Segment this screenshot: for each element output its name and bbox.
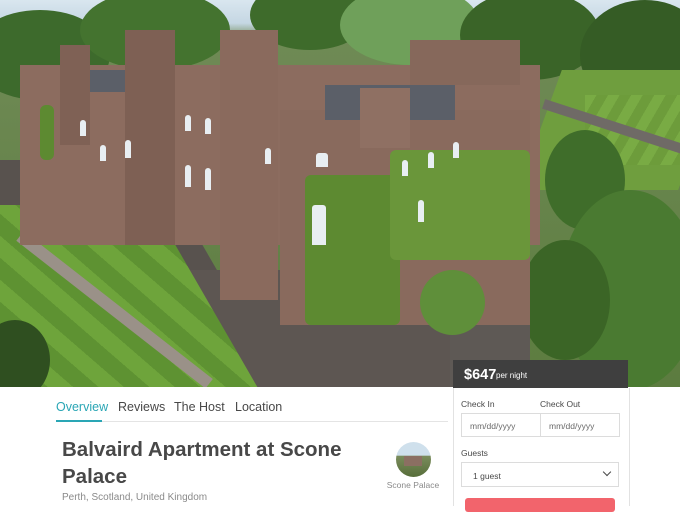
tab-overview[interactable]: Overview	[56, 400, 108, 414]
price-bar: $647 per night	[453, 360, 628, 388]
tree	[420, 270, 485, 335]
tree	[520, 240, 610, 360]
hero-photo	[0, 0, 680, 387]
guests-value: 1 guest	[473, 471, 501, 481]
active-tab-indicator	[56, 420, 102, 422]
window	[205, 168, 211, 190]
castle-tower	[125, 30, 175, 245]
ivy	[40, 105, 54, 160]
window	[453, 142, 459, 158]
castle-tower	[410, 40, 520, 85]
window	[402, 160, 408, 176]
request-to-book-button[interactable]	[465, 498, 615, 512]
guests-label: Guests	[461, 448, 488, 458]
host-avatar[interactable]	[396, 442, 431, 477]
window	[185, 115, 191, 131]
window	[316, 153, 328, 167]
window	[205, 118, 211, 134]
check-out-input[interactable]: mm/dd/yyyy	[540, 413, 620, 437]
listing-title: Balvaird Apartment at Scone Palace	[62, 438, 342, 488]
price-unit: per night	[496, 371, 528, 380]
guests-select[interactable]: 1 guest	[461, 462, 619, 487]
window	[100, 145, 106, 161]
tab-reviews[interactable]: Reviews	[118, 400, 165, 414]
castle-tower	[360, 88, 410, 148]
price-amount: $647	[464, 367, 497, 383]
listing-location[interactable]: Perth, Scotland, United Kingdom	[62, 492, 207, 503]
window	[428, 152, 434, 168]
window	[80, 120, 86, 136]
ivy	[305, 175, 400, 325]
window	[312, 205, 326, 245]
window	[185, 165, 191, 187]
castle-thumbnail	[404, 456, 422, 466]
window	[265, 148, 271, 164]
tab-location[interactable]: Location	[235, 400, 282, 414]
check-in-label: Check In	[461, 399, 495, 409]
chevron-down-icon	[602, 467, 612, 477]
castle-tower	[220, 30, 278, 300]
listing-tabs: Overview Reviews The Host Location	[56, 393, 448, 422]
tab-the-host[interactable]: The Host	[174, 400, 225, 414]
ivy	[390, 150, 530, 260]
window	[125, 140, 131, 158]
window	[418, 200, 424, 222]
host-name[interactable]: Scone Palace	[384, 480, 442, 490]
check-out-label: Check Out	[540, 399, 581, 409]
check-in-input[interactable]: mm/dd/yyyy	[461, 413, 541, 437]
